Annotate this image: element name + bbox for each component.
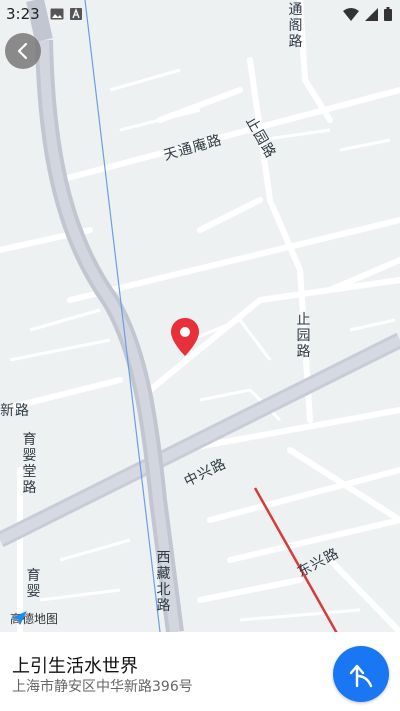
chevron-left-icon <box>17 42 28 60</box>
place-name: 上引生活水世界 <box>12 656 138 677</box>
status-time: 3:23 <box>6 5 40 23</box>
status-bar: 3:23 <box>0 0 400 28</box>
road-label-xizang-north: 西藏北路 <box>156 550 172 614</box>
road-label-yuyingtang: 育婴堂路 <box>22 432 38 496</box>
road-label-xin: 新路 <box>0 403 30 419</box>
amap-logo-icon <box>11 611 27 625</box>
back-button[interactable] <box>5 33 41 69</box>
signal-icon <box>365 7 378 21</box>
map-roads <box>0 0 400 632</box>
road-label-yuying-lower: 育婴 <box>26 568 42 600</box>
map-view[interactable]: 通阁路 天通庵路 止园路 止园路 新路 育婴堂路 中兴路 西藏北路 育婴 东兴路… <box>0 0 400 632</box>
navigate-button[interactable] <box>333 646 389 702</box>
battery-icon <box>384 7 392 21</box>
image-icon <box>50 8 64 20</box>
navigation-route-icon <box>349 664 373 688</box>
place-address: 上海市静安区中华新路396号 <box>12 679 193 695</box>
amap-logo: 高德地图 <box>10 610 58 627</box>
text-icon <box>69 8 82 20</box>
wifi-icon <box>343 7 359 21</box>
road-label-zhiyuan-mid: 止园路 <box>296 312 312 360</box>
